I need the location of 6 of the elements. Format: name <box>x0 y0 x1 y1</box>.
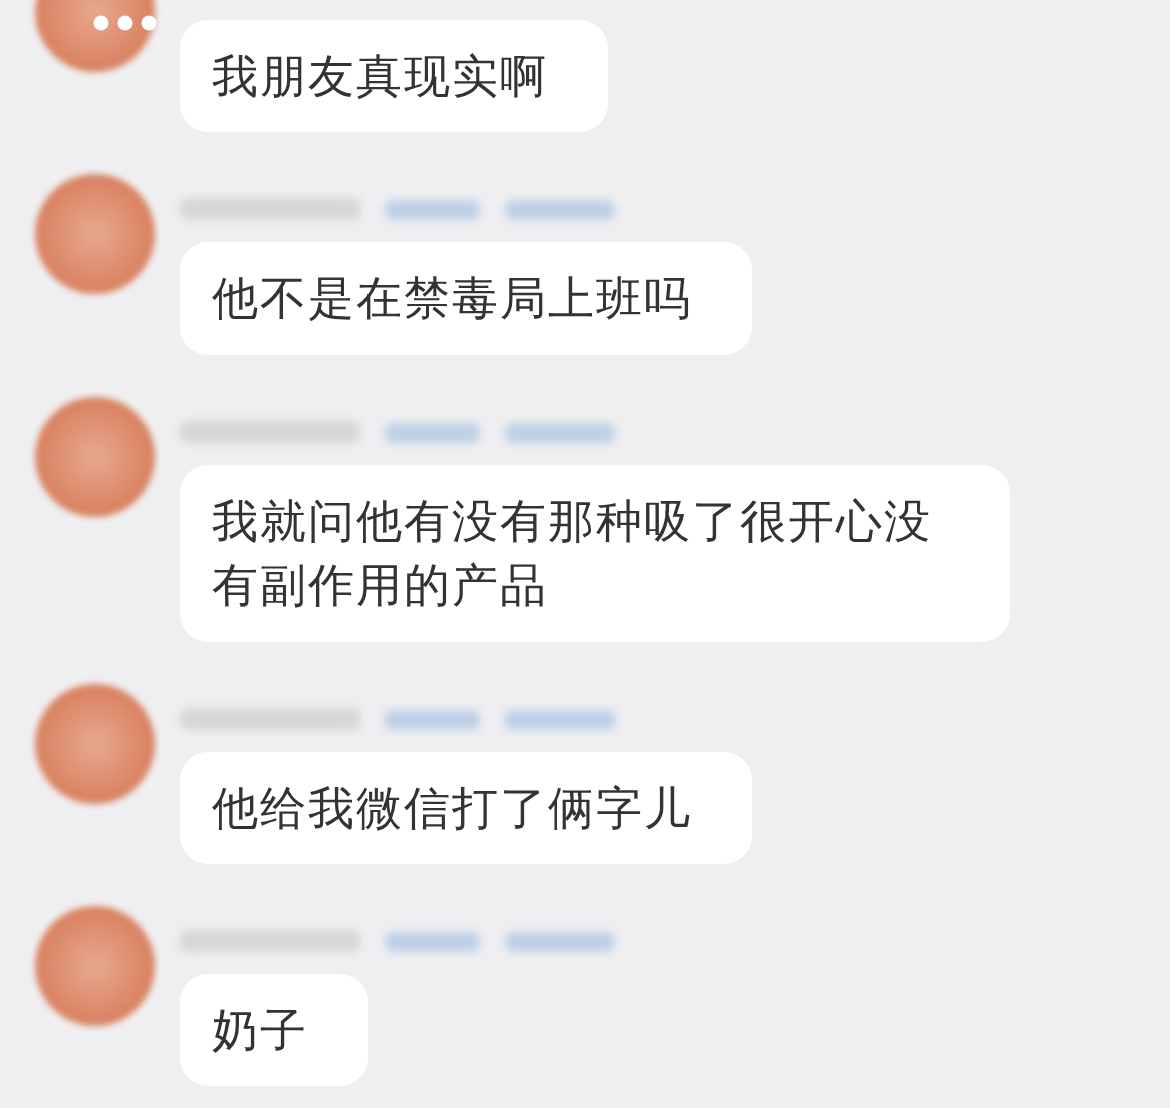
message-bubble: 他给我微信打了俩字儿 <box>180 751 752 864</box>
message-bubble: 我就问他有没有那种吸了很开心没有副作用的产品 <box>180 464 1010 642</box>
message-bubble: 他不是在禁毒局上班吗 <box>180 242 752 355</box>
more-icon[interactable] <box>92 14 158 32</box>
message-bubble: 奶子 <box>180 973 368 1087</box>
message-bubble: 我朋友真现实啊 <box>180 20 608 133</box>
